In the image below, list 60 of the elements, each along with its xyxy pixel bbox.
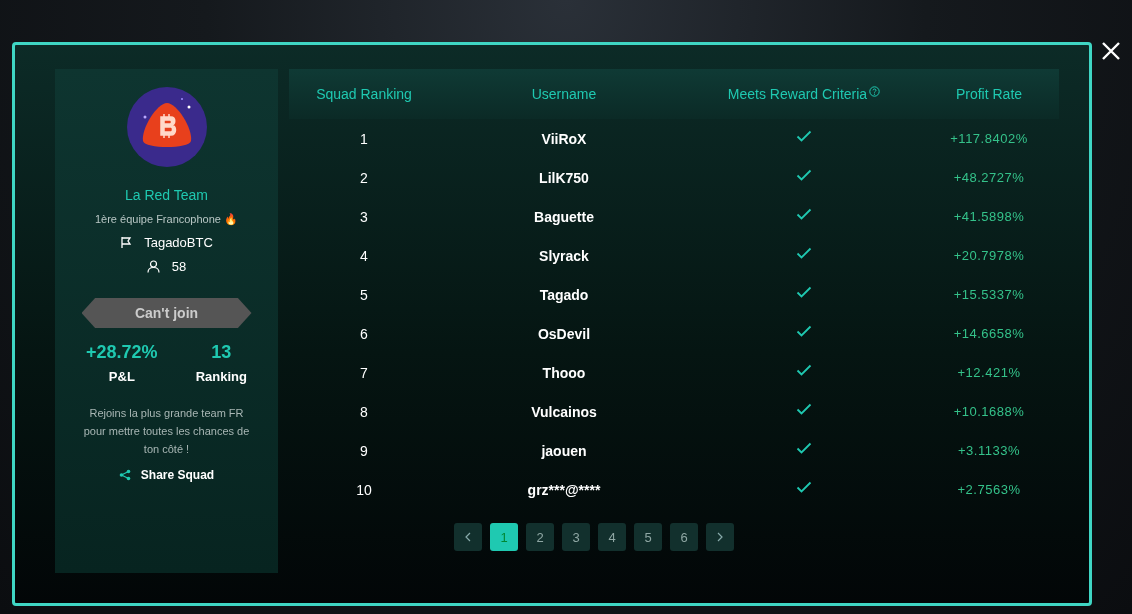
username-cell: OsDevil [537, 325, 591, 342]
chevron-right-icon [716, 532, 724, 542]
rank-cell: 5 [360, 286, 368, 303]
leader-name: TagadoBTC [144, 235, 213, 250]
previous-page-button[interactable] [454, 523, 482, 551]
username-cell: ViiRoX [541, 130, 587, 147]
close-icon [1101, 41, 1121, 61]
username-cell: Tagado [539, 286, 589, 303]
flag-icon [120, 236, 133, 249]
next-page-button[interactable] [706, 523, 734, 551]
person-icon [146, 260, 160, 273]
page-button[interactable]: 5 [634, 523, 662, 551]
username-cell: Vulcainos [531, 403, 597, 420]
member-count: 58 [171, 259, 187, 274]
stat-value: 13 [211, 342, 232, 363]
rank-cell: 10 [356, 481, 372, 498]
squad-name: La Red Team [125, 187, 208, 203]
rank-cell: 2 [360, 169, 368, 186]
username-cell: jaouen [541, 442, 587, 459]
squad-tagline: 1ère équipe Francophone 🔥 [94, 213, 238, 226]
profit-cell: +117.8402% [950, 131, 1028, 146]
column-header: Profit Rate [955, 86, 1023, 102]
username-cell: grz***@**** [527, 481, 601, 498]
rank-cell: 4 [360, 247, 368, 264]
profit-cell: +10.1688% [953, 404, 1025, 419]
profit-cell: +3.1133% [958, 443, 1020, 458]
rank-cell: 9 [360, 442, 368, 459]
column-header: Meets Reward Criteria [727, 86, 868, 102]
rank-cell: 6 [360, 325, 368, 342]
page-button[interactable]: 3 [562, 523, 590, 551]
column-header: Squad Ranking [316, 86, 412, 102]
username-cell: LilK750 [539, 169, 589, 186]
share-link[interactable]: Share Squad [118, 468, 215, 482]
page-button[interactable]: 4 [598, 523, 626, 551]
username-cell: Thooo [542, 364, 586, 381]
profit-cell: +15.5337% [953, 287, 1025, 302]
rank-cell: 8 [360, 403, 368, 420]
profit-cell: +2.7563% [957, 482, 1021, 497]
stat-label: Ranking [195, 369, 247, 384]
profit-cell: +14.6658% [953, 326, 1025, 341]
profit-cell: +12.421% [957, 365, 1021, 380]
profit-cell: +20.7978% [953, 248, 1025, 263]
profit-cell: +41.5898% [953, 209, 1025, 224]
chevron-left-icon [464, 532, 472, 542]
page-button[interactable]: 2 [526, 523, 554, 551]
rank-cell: 7 [360, 364, 368, 381]
share-icon [118, 469, 131, 481]
username-cell: Slyrack [539, 247, 589, 264]
help-icon [869, 85, 881, 97]
username-cell: Baguette [534, 208, 594, 225]
column-header: Username [531, 86, 597, 102]
bitcoin-avatar-icon [126, 87, 207, 167]
close-button[interactable] [1100, 40, 1122, 62]
rank-cell: 3 [360, 208, 368, 225]
stat-value: +28.72% [86, 342, 158, 363]
profit-cell: +48.2727% [953, 170, 1025, 185]
stat-label: P&L [108, 369, 135, 384]
squad-description: Rejoins la plus grande team FR pour mettre toutes les chances de ton côté ! [82, 406, 251, 457]
rank-cell: 1 [360, 130, 368, 147]
page-button[interactable]: 6 [670, 523, 698, 551]
